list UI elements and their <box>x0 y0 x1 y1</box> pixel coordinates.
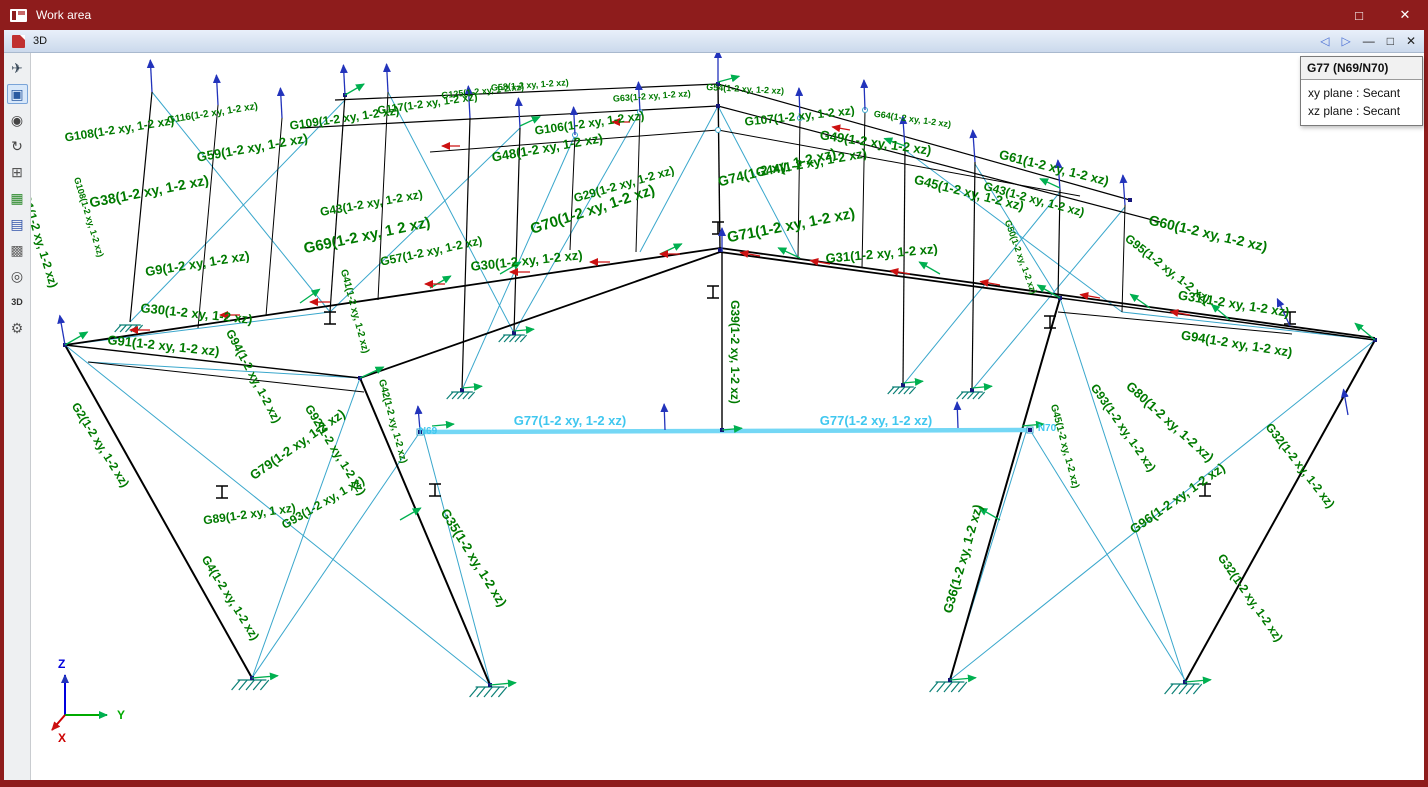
model-canvas[interactable] <box>4 53 1424 780</box>
view-3d-label-icon[interactable]: 3D <box>7 292 28 312</box>
window-title: Work area <box>36 8 92 22</box>
orbit-icon[interactable]: ↻ <box>7 136 28 156</box>
display-icon[interactable]: ◉ <box>7 110 28 130</box>
member-tooltip-row: xy plane : Secant <box>1308 86 1401 100</box>
close-button[interactable]: ✕ <box>1382 0 1428 30</box>
layers-glyph: ▩ <box>10 241 24 258</box>
window-titlebar: Work area □ ✕ <box>0 0 1428 30</box>
view-3d-label-glyph: 3D <box>11 297 23 307</box>
member-tooltip-body: xy plane : Secant xz plane : Secant <box>1301 80 1422 125</box>
application-window: { "window": { "title": "Work area", "max… <box>0 0 1428 787</box>
tables-icon[interactable]: ⊞ <box>7 162 28 182</box>
settings-icon[interactable]: ⚙ <box>7 318 28 338</box>
view-3d-glyph: ▣ <box>10 85 24 102</box>
restore-child-button[interactable]: □ <box>1387 35 1394 47</box>
minimize-child-button[interactable]: — <box>1363 35 1375 47</box>
member-tooltip: G77 (N69/N70) xy plane : Secant xz plane … <box>1300 56 1423 126</box>
close-child-button[interactable]: ✕ <box>1406 35 1416 47</box>
orbit-glyph: ↻ <box>11 137 23 154</box>
nav-forward-button[interactable]: ▷ <box>1341 35 1350 47</box>
visibility-icon[interactable]: ◎ <box>7 266 28 286</box>
display-glyph: ◉ <box>10 111 24 128</box>
view-tab-title: 3D <box>33 35 48 47</box>
plane-icon[interactable]: ✈ <box>7 58 28 78</box>
child-window-controls: ◁ ▷ — □ ✕ <box>1320 35 1416 47</box>
member-tooltip-row: xz plane : Secant <box>1308 104 1401 118</box>
nav-back-button[interactable]: ◁ <box>1320 35 1329 47</box>
grid-green-glyph: ▦ <box>10 189 24 206</box>
view-tabbar: 3D ◁ ▷ — □ ✕ <box>4 30 1424 53</box>
visibility-glyph: ◎ <box>10 267 24 284</box>
plane-glyph: ✈ <box>11 59 23 76</box>
table-calendar-icon[interactable]: ▤ <box>7 214 28 234</box>
layers-icon[interactable]: ▩ <box>7 240 28 260</box>
member-tooltip-title: G77 (N69/N70) <box>1301 57 1422 80</box>
maximize-button[interactable]: □ <box>1336 0 1382 30</box>
view-doc-icon <box>12 34 25 48</box>
window-controls: □ ✕ <box>1336 0 1428 30</box>
settings-glyph: ⚙ <box>10 319 24 336</box>
tables-glyph: ⊞ <box>11 163 23 180</box>
app-icon <box>10 8 27 22</box>
view-toolbar: ✈ ▣ ◉ ↻ ⊞ ▦ ▤ ▩ ◎ 3D ⚙ <box>4 53 31 780</box>
view-3d-icon[interactable]: ▣ <box>6 84 28 104</box>
grid-green-icon[interactable]: ▦ <box>7 188 28 208</box>
table-calendar-glyph: ▤ <box>10 215 24 232</box>
